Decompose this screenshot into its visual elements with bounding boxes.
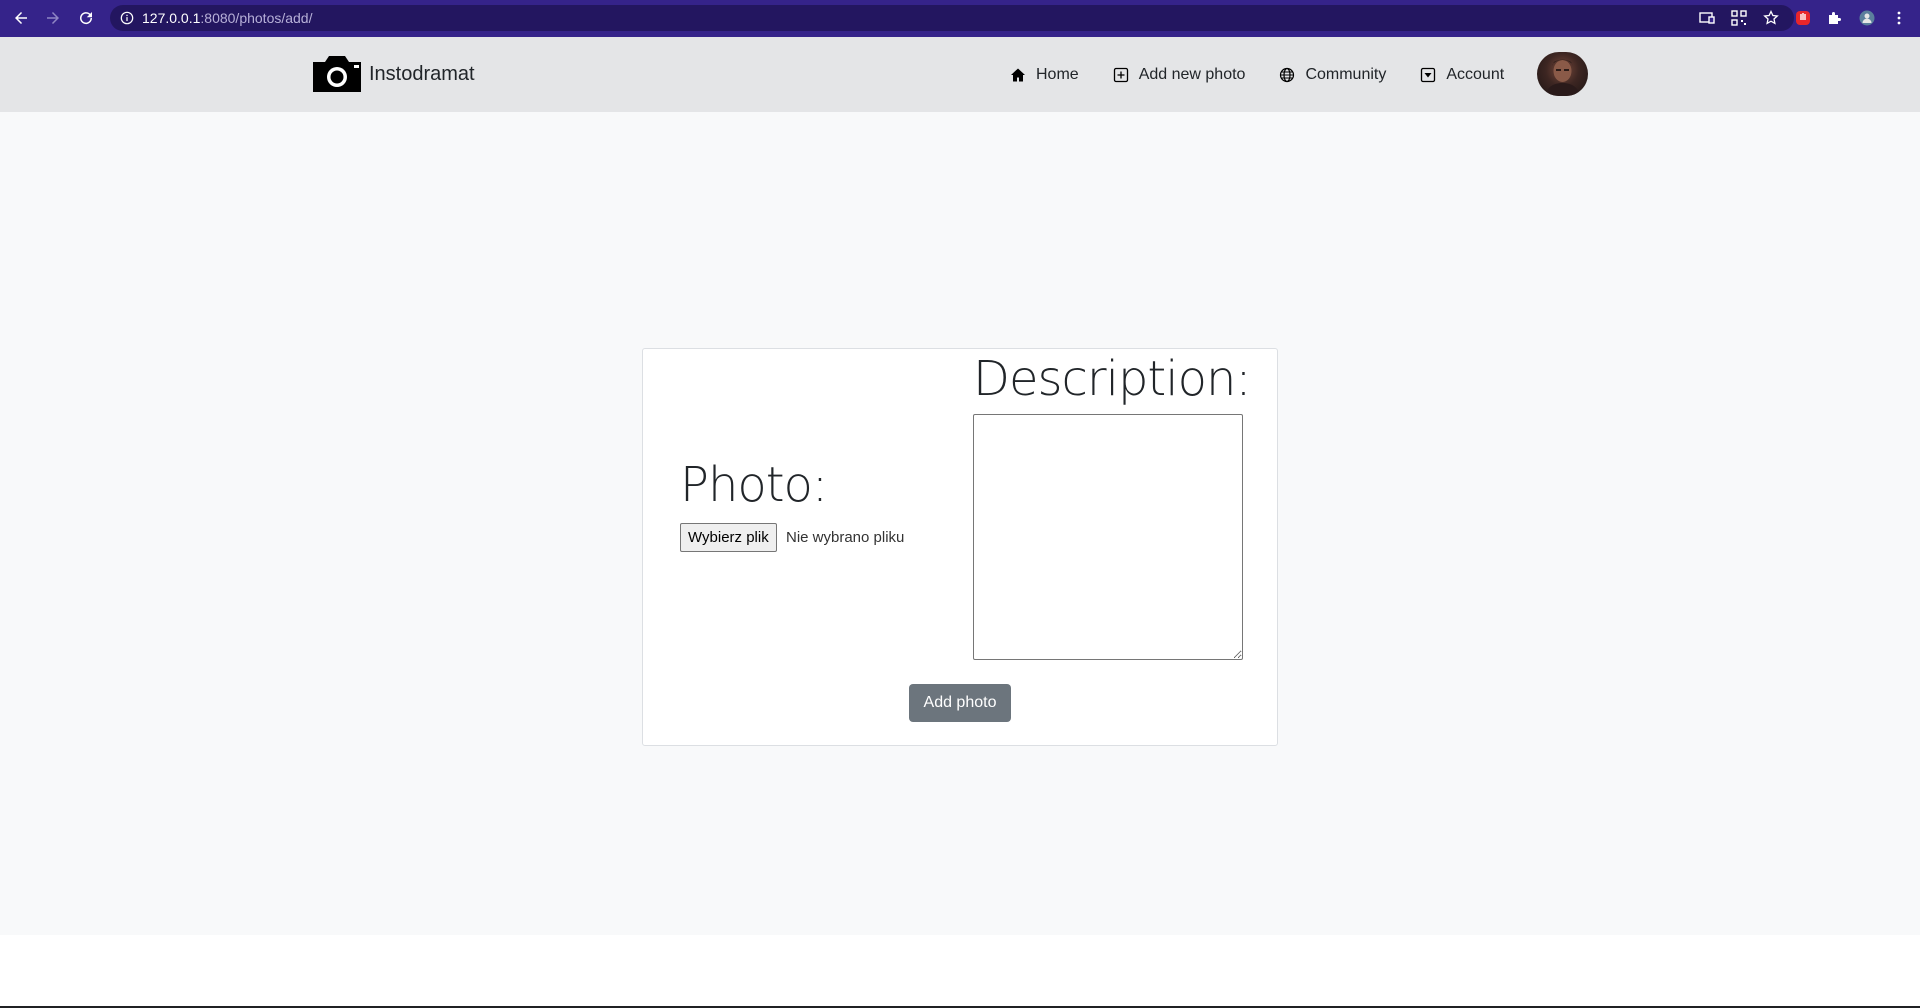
url-host: 127.0.0.1 (142, 10, 201, 26)
more-vertical-icon (1897, 11, 1901, 25)
page-bottom-area (0, 935, 1920, 1008)
browser-actions (1694, 5, 1912, 31)
url-path: :8080/photos/add/ (200, 10, 313, 26)
cast-icon (1699, 12, 1715, 24)
nav-home[interactable]: Home (1010, 66, 1079, 84)
star-icon (1763, 10, 1779, 25)
back-arrow-icon (15, 12, 27, 24)
description-textarea[interactable] (973, 414, 1243, 660)
qr-code-icon (1731, 10, 1747, 26)
add-photo-button[interactable]: Add photo (909, 684, 1011, 722)
puzzle-icon (1829, 12, 1841, 24)
add-photo-form-card: Photo: Wybierz plik Nie wybrano pliku De… (642, 348, 1278, 746)
address-bar[interactable]: 127.0.0.1:8080/photos/add/ (110, 5, 1794, 31)
nav-community[interactable]: Community (1279, 66, 1386, 84)
hand-icon (1796, 11, 1810, 25)
nav-account[interactable]: Account (1420, 66, 1504, 84)
profile-button[interactable] (1854, 5, 1880, 31)
nav-home-label: Home (1036, 65, 1079, 83)
nav-links: Home Add new photo Community Account (1010, 37, 1512, 112)
file-status-text: Nie wybrano pliku (786, 529, 905, 546)
browser-toolbar: 127.0.0.1:8080/photos/add/ (0, 0, 1920, 38)
nav-community-label: Community (1305, 65, 1387, 83)
forward-arrow-icon (47, 12, 59, 24)
plus-square-icon (1113, 67, 1128, 82)
photo-label: Photo: (680, 457, 828, 513)
nav-add-new-photo[interactable]: Add new photo (1113, 65, 1246, 84)
description-label: Description: (973, 351, 1252, 407)
bookmark-button[interactable] (1758, 5, 1784, 31)
qr-code-button[interactable] (1726, 5, 1752, 31)
home-icon (1011, 68, 1025, 81)
dropdown-square-icon (1421, 67, 1436, 82)
brand-link[interactable]: Instodramat (311, 54, 475, 94)
info-icon (120, 11, 134, 25)
brand-name: Instodramat (369, 62, 475, 85)
app-navbar: Instodramat Home Add new photo Community… (0, 37, 1920, 112)
extension-red-button[interactable] (1790, 5, 1816, 31)
browser-menu-button[interactable] (1886, 5, 1912, 31)
nav-account-label: Account (1446, 65, 1505, 83)
forward-button[interactable] (37, 2, 69, 34)
main-content: Photo: Wybierz plik Nie wybrano pliku De… (0, 112, 1920, 935)
back-button[interactable] (5, 2, 37, 34)
user-avatar[interactable] (1537, 52, 1588, 96)
reload-button[interactable] (70, 2, 102, 34)
choose-file-button[interactable]: Wybierz plik (680, 523, 777, 552)
nav-add-new-photo-label: Add new photo (1138, 65, 1246, 83)
cast-button[interactable] (1694, 5, 1720, 31)
reload-icon (80, 12, 93, 25)
camera-icon (313, 56, 361, 92)
extensions-button[interactable] (1822, 5, 1848, 31)
avatar-photo (1545, 59, 1580, 96)
globe-icon (1280, 67, 1295, 82)
profile-avatar-icon (1859, 10, 1875, 26)
